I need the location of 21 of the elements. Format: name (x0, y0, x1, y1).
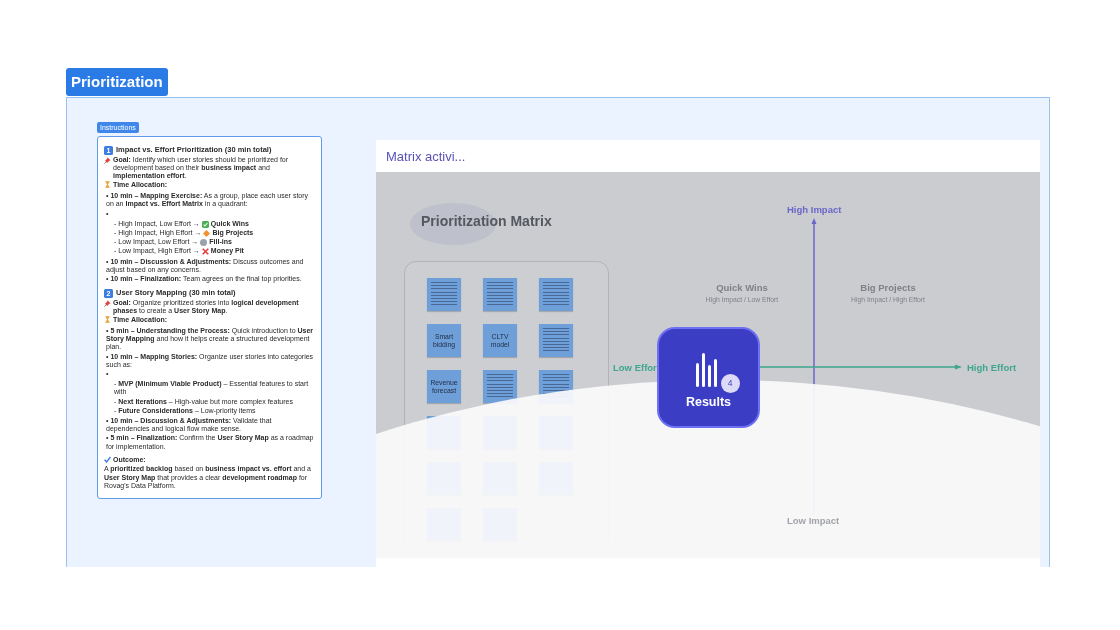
diamond-icon (203, 229, 211, 237)
axis-label: High Impact (787, 204, 842, 215)
board-title: Prioritization Matrix (421, 213, 552, 230)
frame-title: Prioritization (66, 68, 168, 96)
cross-icon (201, 248, 209, 256)
circle-icon (200, 239, 208, 246)
axis-label: High Effort (967, 362, 1017, 373)
check-icon (104, 456, 111, 464)
quadrant-title: Big Projects (860, 282, 916, 293)
check-box-icon (201, 220, 209, 228)
bar-chart-icon (695, 352, 718, 387)
axis-label: Low Impact (787, 515, 840, 526)
hourglass-icon (104, 181, 111, 189)
quadrant-title: Quick Wins (716, 282, 768, 293)
pushpin-icon (104, 156, 111, 164)
panel-title: Matrix activi... (386, 148, 466, 164)
hourglass-icon (104, 316, 111, 324)
results-button[interactable]: 4 Results (657, 327, 760, 428)
count-badge: 4 (720, 373, 740, 393)
pushpin-icon (104, 299, 111, 307)
axis-label: Low Effor (613, 362, 657, 373)
